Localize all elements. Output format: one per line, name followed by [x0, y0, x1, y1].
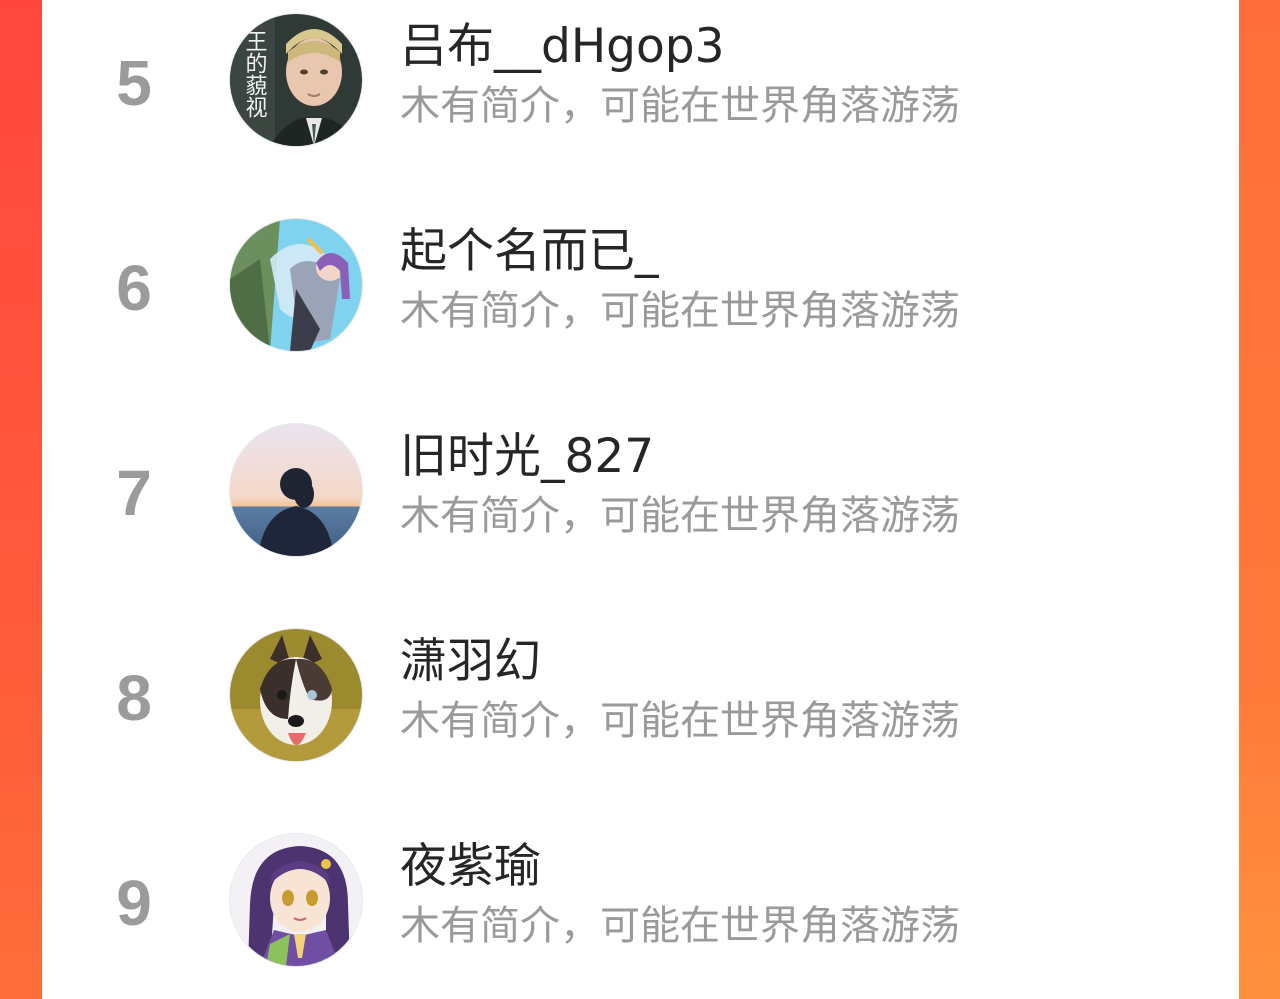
user-name[interactable]: 夜紫瑜: [400, 838, 541, 896]
frame-left-edge: [0, 0, 42, 999]
rank-number: 5: [116, 47, 152, 119]
frame-right-edge: [1239, 0, 1280, 999]
avatar-caption: 王的藐视: [242, 30, 268, 118]
user-name[interactable]: 旧时光_827: [400, 428, 654, 486]
user-bio: 木有简介，可能在世界角落游荡: [400, 903, 960, 949]
rank-number: 7: [116, 457, 152, 529]
avatar-anime-girl-fairy-icon[interactable]: [230, 219, 362, 351]
user-name[interactable]: 起个名而已_: [400, 223, 659, 281]
avatar-husky-dog-icon[interactable]: [230, 629, 362, 761]
user-bio: 木有简介，可能在世界角落游荡: [400, 493, 960, 539]
rank-row-5[interactable]: 5 王的藐视 吕布__dHgop3 木有简介，可能在世界角落游荡: [42, 0, 1239, 205]
user-bio: 木有简介，可能在世界角落游荡: [400, 288, 960, 334]
rank-number: 8: [116, 662, 152, 734]
ranking-panel: 5 王的藐视 吕布__dHgop3 木有简介，可能在世界角落游荡 6 起个名而已…: [42, 0, 1239, 999]
rank-row-7[interactable]: 7 旧时光_827 木有简介，可能在世界角落游荡: [42, 410, 1239, 615]
rank-row-6[interactable]: 6 起个名而已_ 木有简介，可能在世界角落游荡: [42, 205, 1239, 410]
avatar-anime-girl-purple-hair-icon[interactable]: [230, 834, 362, 966]
user-name[interactable]: 潇羽幻: [400, 633, 541, 691]
rank-number: 6: [116, 252, 152, 324]
rank-number: 9: [116, 867, 152, 939]
avatar-silhouette-sunset-icon[interactable]: [230, 424, 362, 556]
user-name[interactable]: 吕布__dHgop3: [400, 18, 725, 76]
rank-row-9[interactable]: 9 夜紫瑜 木有简介，可能在世界角落游荡: [42, 820, 1239, 999]
user-bio: 木有简介，可能在世界角落游荡: [400, 83, 960, 129]
avatar-portrait-with-text-icon[interactable]: 王的藐视: [230, 14, 362, 146]
rank-row-8[interactable]: 8 潇羽幻 木有简介，可能在世界角落游荡: [42, 615, 1239, 820]
user-bio: 木有简介，可能在世界角落游荡: [400, 698, 960, 744]
